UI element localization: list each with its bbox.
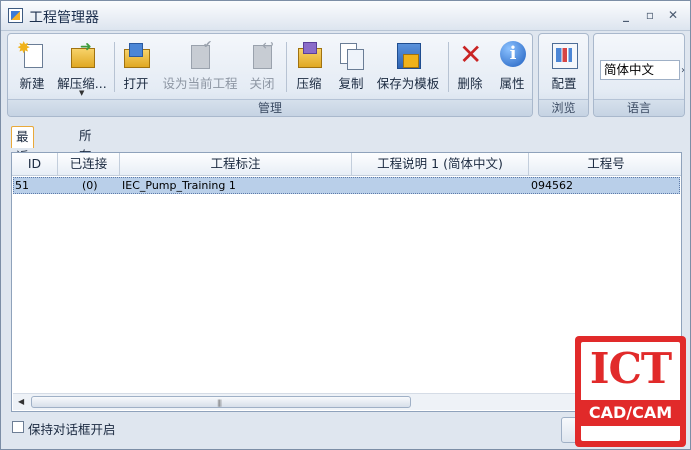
copy-icon	[336, 40, 366, 70]
ribbon-group-label-language: 语言	[594, 99, 684, 116]
set-current-icon	[185, 38, 215, 70]
new-icon	[17, 38, 47, 70]
ict-cadcam-logo: ICT CAD/CAM	[575, 336, 686, 447]
copy-button[interactable]: 复制	[333, 38, 369, 94]
table-header: ID 已连接 工程标注 工程说明 1 (简体中文) 工程号	[12, 153, 681, 176]
keep-dialog-open-label[interactable]: 保持对话框开启	[28, 419, 116, 438]
separator	[114, 42, 115, 92]
dropdown-arrow-icon[interactable]: ▼	[79, 89, 84, 97]
project-manager-window: 工程管理器 _ ▫ ✕ 新建 解压缩... ▼ 打开 设为当前工程	[0, 0, 691, 450]
scroll-left-icon[interactable]: ◀	[18, 397, 24, 406]
tab-recent-projects[interactable]: 最近工程	[11, 126, 34, 204]
properties-icon	[497, 40, 527, 70]
ribbon-group-language: 简体中文 语言	[593, 33, 685, 117]
separator	[448, 42, 449, 92]
close-window-button[interactable]: ✕	[665, 7, 681, 23]
config-icon	[549, 40, 579, 70]
column-header-id[interactable]: ID	[12, 153, 58, 175]
cell-project-number: 094562	[531, 179, 573, 192]
minimize-button[interactable]: _	[618, 7, 634, 23]
close-project-button[interactable]: 关闭	[244, 38, 280, 94]
scrollbar-thumb[interactable]: |||	[31, 396, 411, 408]
save-as-template-button[interactable]: 保存为模板	[372, 38, 444, 94]
logo-subtext: CAD/CAM	[588, 403, 673, 422]
unzip-button[interactable]: 解压缩... ▼	[54, 38, 110, 97]
config-button[interactable]: 配置	[545, 38, 583, 94]
properties-button[interactable]: 属性	[494, 38, 530, 94]
compress-icon	[294, 40, 324, 70]
close-project-icon	[247, 38, 277, 70]
title-bar[interactable]: 工程管理器 _ ▫ ✕	[1, 1, 690, 31]
separator	[286, 42, 287, 92]
tab-all-projects[interactable]: 所有工程	[75, 126, 96, 203]
set-current-project-button[interactable]: 设为当前工程	[158, 38, 242, 94]
new-button[interactable]: 新建	[12, 38, 52, 94]
delete-icon	[455, 38, 485, 71]
keep-dialog-open-checkbox[interactable]	[12, 421, 24, 433]
column-header-project-name[interactable]: 工程标注	[120, 153, 352, 175]
save-template-icon	[393, 40, 423, 70]
maximize-button[interactable]: ▫	[642, 7, 658, 23]
delete-button[interactable]: 删除	[452, 38, 488, 94]
ribbon-group-label-manage: 管理	[8, 99, 532, 116]
compress-button[interactable]: 压缩	[291, 38, 327, 94]
open-button[interactable]: 打开	[118, 38, 154, 94]
cell-id: 51	[15, 179, 29, 192]
column-header-connected[interactable]: 已连接	[58, 153, 120, 175]
window-title: 工程管理器	[29, 10, 99, 26]
app-icon	[8, 8, 23, 23]
ribbon-scroll-right-icon[interactable]: ›	[681, 65, 685, 76]
ribbon-group-manage: 新建 解压缩... ▼ 打开 设为当前工程 关闭	[7, 33, 533, 117]
open-folder-icon	[121, 40, 151, 70]
logo-text: ICT	[589, 344, 672, 393]
language-select[interactable]: 简体中文	[600, 60, 680, 80]
cell-project-name: IEC_Pump_Training 1	[122, 179, 236, 192]
column-header-project-number[interactable]: 工程号	[529, 153, 681, 175]
ribbon: 新建 解压缩... ▼ 打开 设为当前工程 关闭	[7, 33, 685, 117]
ribbon-group-browse: 配置 浏览	[538, 33, 589, 117]
scrollbar-grip-icon: |||	[217, 399, 222, 407]
cell-connected: (0)	[82, 179, 98, 192]
unzip-icon	[67, 39, 97, 70]
column-header-description[interactable]: 工程说明 1 (简体中文)	[352, 153, 529, 175]
ribbon-group-label-browse: 浏览	[539, 99, 588, 116]
table-row[interactable]: 51 (0) IEC_Pump_Training 1 094562	[13, 177, 680, 194]
